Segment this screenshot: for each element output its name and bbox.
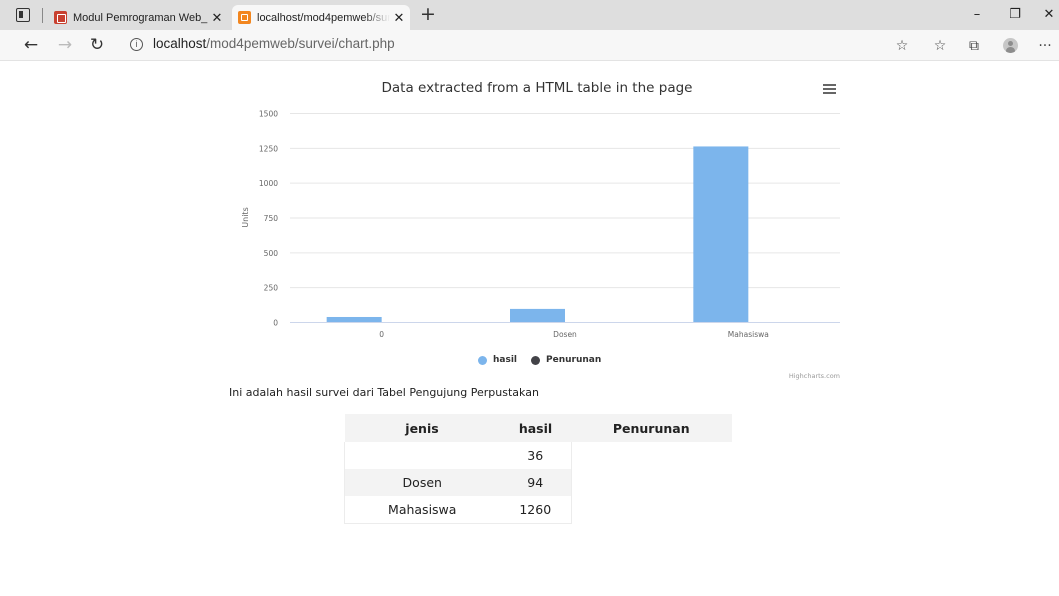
tab-chart[interactable]: localhost/mod4pemweb/survei/chart.php ✕ [232,5,410,30]
gridlines [290,113,840,323]
y-tick-label: 250 [264,284,279,293]
favorites-icon[interactable]: ☆ [929,36,951,56]
table-cell [344,442,500,469]
highcharts-container: Data extracted from a HTML table in the … [228,70,848,388]
legend-label: Penurunan [546,355,602,365]
minimize-button[interactable]: – [962,4,992,26]
address-bar[interactable]: localhost/mod4pemweb/survei/chart.php [153,36,395,51]
legend-marker [478,355,487,365]
y-tick-label: 500 [264,249,279,258]
table-cell [572,469,732,496]
table-cell: 94 [499,469,572,496]
tab-actions-icon[interactable] [16,8,30,22]
tab-pdf[interactable]: Modul Pemrograman Web_I.pdf ✕ [48,5,228,30]
tab-title: Modul Pemrograman Web_I.pdf [73,11,208,24]
y-axis-ticks: 0 250 500 750 1000 1250 1500 [259,110,278,328]
close-tab-icon[interactable]: ✕ [208,10,226,26]
chart-svg: Data extracted from a HTML table in the … [241,80,840,339]
bar-series [326,146,749,322]
y-tick-label: 0 [273,319,278,328]
chart-legend: hasil Penurunan [478,352,615,368]
table-row: Mahasiswa 1260 [344,496,732,524]
tab-title: localhost/mod4pemweb/survei/chart.php [257,11,390,24]
table-cell: Mahasiswa [344,496,500,524]
bar-hasil-0[interactable] [326,316,382,322]
restore-button[interactable]: ❐ [1000,4,1030,26]
table-cell: Dosen [344,469,500,496]
xampp-icon [238,11,251,24]
y-tick-label: 750 [264,214,279,223]
table-row: Dosen 94 [344,469,732,496]
refresh-button[interactable]: ↻ [85,34,109,56]
y-tick-label: 1000 [259,179,278,188]
chart-menu-icon[interactable] [822,82,838,96]
column-header-jenis: jenis [344,414,500,442]
x-tick-label: Dosen [553,330,577,339]
highcharts-credits-link[interactable]: Highcharts.com [789,372,840,380]
table-cell [572,442,732,469]
url-host: localhost [153,36,207,51]
site-info-icon[interactable]: i [130,38,143,51]
table-header-row: jenis hasil Penurunan [344,414,732,442]
tab-divider [42,8,43,23]
new-tab-button[interactable]: + [418,5,438,25]
bar-hasil-Mahasiswa[interactable] [693,146,749,322]
pdf-icon [54,11,67,24]
table-cell: 1260 [499,496,572,524]
profile-avatar[interactable] [1003,38,1018,53]
column-header-hasil: hasil [499,414,572,442]
survey-table: jenis hasil Penurunan 36 Dosen 94 Mahasi… [344,414,732,524]
legend-marker [531,355,541,365]
column-header-penurunan: Penurunan [571,414,732,442]
url-path: /mod4pemweb/survei/chart.php [206,36,395,51]
x-tick-label: 0 [379,330,384,339]
x-tick-label: Mahasiswa [728,330,769,339]
y-tick-label: 1500 [259,110,278,119]
y-axis-title: Units [241,207,250,227]
back-button[interactable]: ← [19,34,43,56]
forward-button[interactable]: → [53,34,77,56]
table-cell: 36 [499,442,572,469]
table-row: 36 [344,442,732,469]
table-cell [572,496,732,523]
close-tab-icon[interactable]: ✕ [390,10,408,26]
collections-icon[interactable]: ⧉ [963,36,985,56]
legend-item-hasil[interactable]: hasil [478,355,517,365]
address-toolbar: ← → ↻ i localhost/mod4pemweb/survei/char… [0,30,1059,61]
more-menu-icon[interactable]: ··· [1034,36,1056,56]
close-window-button[interactable]: ✕ [1034,4,1059,26]
bar-hasil-Dosen[interactable] [510,308,565,322]
legend-label: hasil [493,355,518,365]
x-axis-ticks: 0 Dosen Mahasiswa [379,330,769,339]
tab-bar: Modul Pemrograman Web_I.pdf ✕ localhost/… [0,0,1059,30]
legend-item-penurunan[interactable]: Penurunan [531,355,601,365]
add-favorite-icon[interactable]: ☆ [891,36,913,56]
survey-description: Ini adalah hasil survei dari Tabel Pengu… [229,386,539,399]
y-tick-label: 1250 [259,144,278,153]
chart-title: Data extracted from a HTML table in the … [382,80,693,96]
